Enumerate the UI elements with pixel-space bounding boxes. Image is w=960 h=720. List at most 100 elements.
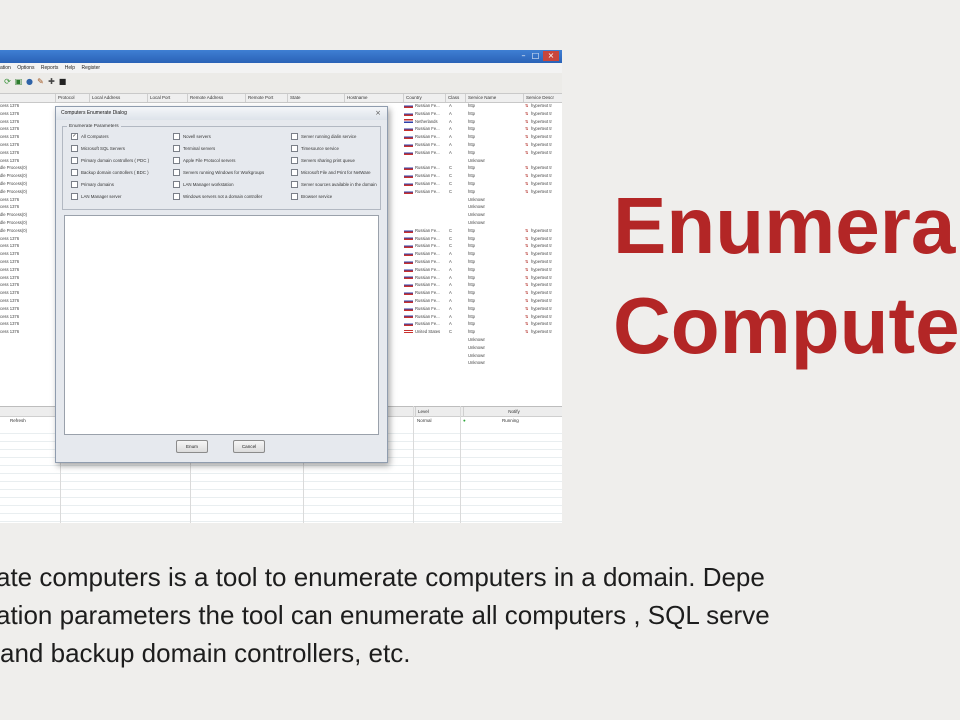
table-cell: A — [449, 142, 452, 147]
table-cell: http — [468, 149, 475, 155]
option-checkbox[interactable]: LAN Manager server — [71, 193, 122, 201]
table-cell: Unknown — [468, 337, 486, 342]
checkbox-icon[interactable] — [71, 157, 78, 165]
column-header[interactable]: Protocol — [55, 94, 89, 102]
column-header[interactable]: Local Port — [147, 94, 187, 102]
service-icon: ⇅ — [525, 321, 529, 327]
info-icon[interactable]: ● — [25, 77, 34, 87]
option-checkbox[interactable]: Microsoft SQL Servers — [71, 145, 125, 153]
checkbox-icon[interactable] — [71, 169, 78, 177]
menu-item-reports[interactable]: Reports — [41, 65, 59, 71]
table-cell: hypertext tr — [531, 298, 552, 303]
minimize-icon[interactable]: – — [518, 51, 529, 61]
country-flag-icon — [404, 165, 415, 171]
column-header[interactable]: Service Name — [465, 94, 523, 102]
option-checkbox[interactable]: Server sources available in the domain — [291, 181, 377, 189]
country-flag-icon — [404, 243, 415, 249]
column-header[interactable]: Local Address — [89, 94, 147, 102]
table-cell: A — [449, 274, 452, 280]
option-checkbox[interactable]: Apple File Protocol servers — [173, 157, 235, 165]
table-cell: A — [449, 118, 452, 124]
table-cell: A — [449, 305, 452, 311]
tools-icon[interactable]: ✎ — [36, 77, 45, 87]
option-checkbox[interactable]: LAN Manager workstation — [173, 181, 234, 189]
checkbox-icon[interactable] — [173, 145, 180, 153]
checkbox-icon[interactable] — [71, 193, 78, 201]
close-icon[interactable]: × — [543, 51, 559, 61]
table-cell: http — [468, 134, 475, 140]
checkbox-icon[interactable] — [291, 157, 298, 165]
checkbox-icon[interactable] — [291, 193, 298, 201]
menu-item-action[interactable]: ation — [0, 65, 11, 71]
option-label: Terminal servers — [183, 146, 216, 151]
column-header[interactable]: Remote Port — [245, 94, 287, 102]
table-cell: http — [468, 118, 475, 124]
refresh-icon[interactable]: ⟳ — [3, 77, 12, 87]
results-list[interactable] — [64, 215, 379, 435]
checkbox-icon[interactable] — [291, 133, 298, 141]
checkbox-icon[interactable] — [173, 133, 180, 141]
column-header[interactable]: Remote Address — [187, 94, 245, 102]
option-checkbox[interactable]: Browser service — [291, 193, 332, 201]
checkbox-icon[interactable] — [291, 181, 298, 189]
checkbox-icon[interactable] — [71, 181, 78, 189]
option-label: Backup domain controllers ( BDC ) — [81, 170, 149, 175]
checkbox-icon[interactable] — [173, 157, 180, 165]
window-titlebar: – □ × — [0, 50, 562, 63]
checkbox-icon[interactable]: ✓ — [71, 133, 78, 141]
option-checkbox[interactable]: Server running dialin service — [291, 133, 356, 141]
column-header[interactable]: State — [287, 94, 344, 102]
checkbox-icon[interactable] — [173, 169, 180, 177]
checkbox-icon[interactable] — [173, 181, 180, 189]
add-icon[interactable]: ✚ — [47, 77, 56, 87]
caption-line-2: ation parameters the tool can enumerate … — [0, 600, 770, 630]
column-header[interactable]: Class — [445, 94, 465, 102]
checkbox-icon[interactable] — [71, 145, 78, 153]
option-checkbox[interactable]: Servers sharing print queue — [291, 157, 355, 165]
menu-item-register[interactable]: Register — [81, 65, 100, 71]
table-cell: hypertext tr — [531, 290, 552, 296]
option-checkbox[interactable]: Microsoft File and Print for NetWare — [291, 169, 371, 177]
option-checkbox[interactable]: Backup domain controllers ( BDC ) — [71, 169, 149, 177]
table-cell: Russian Fe... — [415, 165, 440, 171]
dialog-title: Computers Enumerate Dialog — [61, 110, 127, 116]
column-header[interactable]: Service Descr — [523, 94, 562, 102]
option-checkbox[interactable]: Primary domain controllers ( PDC ) — [71, 157, 149, 165]
service-icon: ⇅ — [525, 165, 529, 171]
option-checkbox[interactable]: Terminal servers — [173, 145, 215, 153]
country-flag-icon — [404, 111, 415, 117]
option-checkbox[interactable]: ✓ All Computers — [71, 133, 109, 141]
country-flag-icon — [404, 259, 415, 265]
option-checkbox[interactable]: Timesource service — [291, 145, 339, 153]
table-cell: A — [449, 126, 452, 132]
menu-item-options[interactable]: Options — [17, 65, 34, 71]
export-icon[interactable]: ▣ — [14, 77, 23, 87]
menu-item-help[interactable]: Help — [65, 65, 75, 71]
service-icon: ⇅ — [525, 235, 529, 241]
checkbox-icon[interactable] — [291, 169, 298, 177]
service-icon: ⇅ — [525, 149, 529, 155]
country-flag-icon — [404, 314, 415, 320]
table-cell: http — [468, 165, 475, 171]
option-checkbox[interactable]: Servers running Windows for Workgroups — [173, 169, 264, 177]
table-cell: http — [468, 142, 475, 147]
option-checkbox[interactable]: Novell servers — [173, 133, 211, 141]
maximize-icon[interactable]: □ — [530, 51, 541, 61]
option-label: Timesource service — [301, 146, 339, 151]
table-cell: hypertext tr — [531, 313, 552, 319]
column-header[interactable]: Country — [403, 94, 445, 102]
column-header[interactable]: Hostname — [344, 94, 403, 102]
close-icon[interactable]: × — [373, 109, 383, 117]
checkbox-icon[interactable] — [173, 193, 180, 201]
checkbox-icon[interactable] — [291, 145, 298, 153]
monitor-icon[interactable]: ■ — [58, 77, 67, 87]
table-cell: cess 1376 — [0, 298, 20, 303]
table-cell: http — [468, 305, 475, 311]
table-cell: http — [468, 251, 475, 257]
cancel-button[interactable]: Cancel — [233, 440, 265, 453]
table-cell: A — [449, 149, 452, 155]
option-checkbox[interactable]: Windows servers not a domain controller — [173, 193, 262, 201]
table-cell: cess 1376 — [0, 305, 20, 311]
enum-button[interactable]: Enum — [176, 440, 208, 453]
option-checkbox[interactable]: Primary domains — [71, 181, 114, 189]
